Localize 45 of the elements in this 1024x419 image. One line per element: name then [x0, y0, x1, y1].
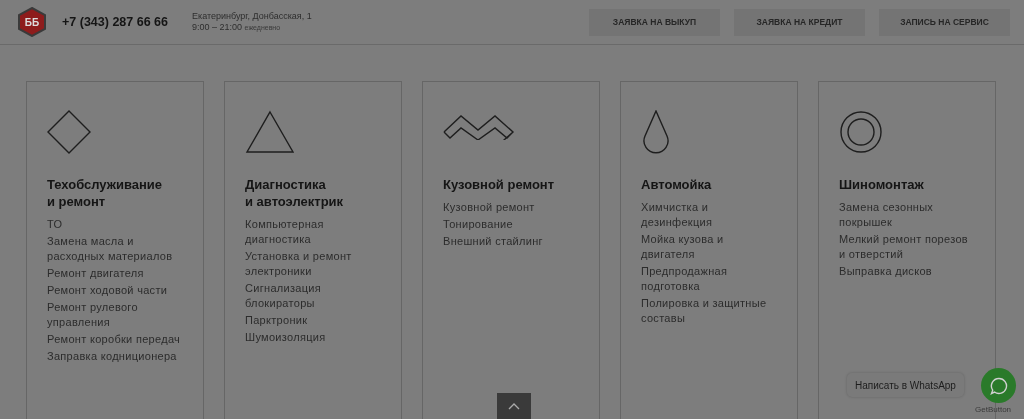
rings-icon — [839, 110, 883, 154]
service-item[interactable]: Внешний стайлинг — [443, 234, 581, 249]
service-item[interactable]: Установка и ремонт электроники — [245, 249, 383, 279]
credit-text: GetButton — [975, 405, 1012, 414]
service-item[interactable]: Ремонт рулевого управления — [47, 300, 185, 330]
drop-icon — [641, 110, 671, 154]
service-item[interactable]: Замена масла и расходных материалов — [47, 234, 185, 264]
service-title: Кузовной ремонт — [443, 176, 556, 193]
chat-bubble-icon — [989, 376, 1008, 395]
whatsapp-button[interactable] — [981, 368, 1016, 403]
service-item[interactable]: Парктроник — [245, 313, 383, 328]
service-item[interactable]: Замена сезонных покрышек — [839, 200, 977, 230]
service-item[interactable]: Полировка и защитные составы — [641, 296, 779, 326]
header-button[interactable]: ЗАЯВКА НА КРЕДИТ — [734, 8, 865, 36]
service-item[interactable]: Сигнализация блокираторы — [245, 281, 383, 311]
logo[interactable] — [17, 7, 47, 37]
service-item[interactable]: Предпродажная подготовка — [641, 264, 779, 294]
address: Екатеринбург, Донбасская, 1 — [192, 11, 312, 22]
service-item[interactable]: Химчистка и дезинфекция — [641, 200, 779, 230]
service-item[interactable]: Мойка кузова и двигателя — [641, 232, 779, 262]
service-item[interactable]: Заправка кодниционера — [47, 349, 185, 364]
header-button[interactable]: ЗАПИСЬ НА СЕРВИС — [879, 8, 1010, 36]
triangle-icon — [245, 110, 295, 154]
service-item[interactable]: Ремонт двигателя — [47, 266, 185, 281]
whatsapp-tooltip[interactable]: Написать в WhatsApp — [847, 373, 964, 397]
diamond-icon — [47, 110, 91, 154]
service-item[interactable]: Кузовной ремонт — [443, 200, 581, 215]
service-item[interactable]: ТО — [47, 217, 185, 232]
phone-number: +7 (343) 287 66 66 — [62, 15, 168, 29]
service-title: Шиномонтаж — [839, 176, 925, 193]
header-button[interactable]: ЗАЯВКА НА ВЫКУП — [589, 8, 720, 36]
service-item[interactable]: Выправка дисков — [839, 264, 977, 279]
service-title: Диагностика и автоэлектрик — [245, 176, 345, 210]
service-item[interactable]: Мелкий ремонт порезов и отверстий — [839, 232, 977, 262]
opening-hours: 9:00 – 21:00 — [192, 22, 243, 32]
service-item[interactable]: Шумоизоляция — [245, 330, 383, 345]
service-item[interactable]: Компьютерная диагностика — [245, 217, 383, 247]
service-title: Автомойка — [641, 176, 713, 193]
service-item[interactable]: Ремонт ходовой части — [47, 283, 185, 298]
logo-text: ББ — [24, 16, 40, 28]
service-item[interactable]: Тонирование — [443, 217, 581, 232]
service-title: Техобслуживание и ремонт — [47, 176, 164, 210]
scroll-up-button[interactable] — [497, 393, 531, 419]
service-item[interactable]: Ремонт коробки передач — [47, 332, 185, 347]
caret-up-icon — [508, 402, 520, 410]
